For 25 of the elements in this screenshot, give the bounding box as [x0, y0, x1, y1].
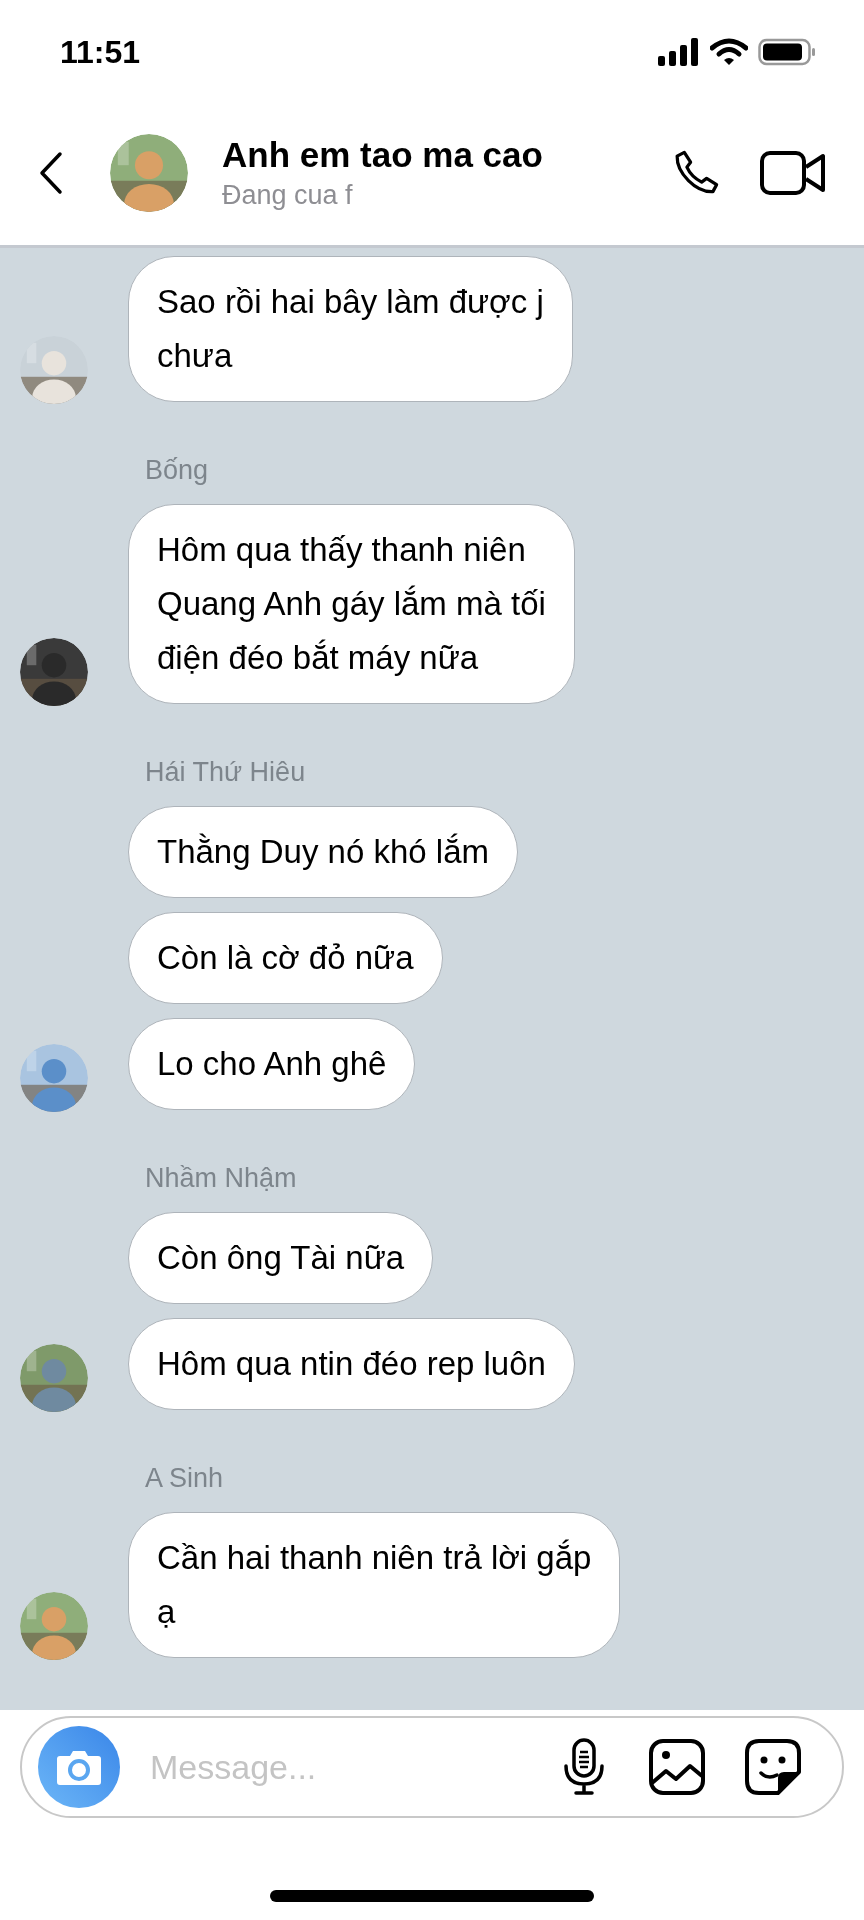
sender-name: A Sinh	[145, 1462, 225, 1495]
sender-name: Bống	[145, 454, 210, 487]
video-camera-icon[interactable]	[760, 149, 826, 196]
wifi-icon	[710, 38, 748, 66]
message-bubble: Còn là cờ đỏ nữa	[128, 912, 443, 1004]
sender-name: Hái Thứ Hiêu	[145, 756, 307, 789]
chat-status: Đang cua f	[222, 178, 354, 212]
message-bubble: Sao rồi hai bây làm được j chưa	[128, 256, 573, 402]
sticker-icon[interactable]	[744, 1738, 802, 1796]
back-icon[interactable]	[38, 150, 64, 195]
microphone-icon[interactable]	[562, 1738, 606, 1796]
message-bubble: Hôm qua thấy thanh niên Quang Anh gáy lắm mà tối điện đéo bắt máy nữa	[128, 504, 575, 704]
battery-icon	[758, 38, 816, 66]
image-icon[interactable]	[648, 1738, 706, 1796]
message-bubble: Còn ông Tài nữa	[128, 1212, 434, 1304]
camera-button[interactable]	[38, 1726, 120, 1808]
message-bubble: Cần hai thanh niên trả lời gắp ạ	[128, 1512, 621, 1658]
message-bubble: Hôm qua ntin đéo rep luôn	[128, 1318, 575, 1410]
sender-name: Nhầm Nhậm	[145, 1162, 298, 1195]
chat-title: Anh em tao ma cao	[222, 133, 544, 176]
message-bubble: Thằng Duy nó khó lắm	[128, 806, 518, 898]
message-bubble: Lo cho Anh ghê	[128, 1018, 416, 1110]
signal-icon	[658, 38, 700, 66]
camera-icon	[56, 1748, 102, 1786]
status-time: 11:51	[60, 33, 141, 72]
